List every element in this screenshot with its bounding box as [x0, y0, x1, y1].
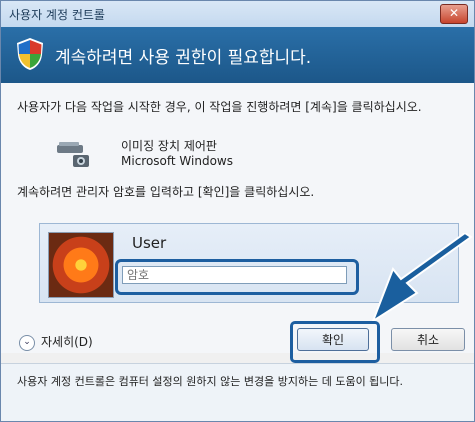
shield-icon [17, 38, 43, 70]
footer-text: 사용자 계정 컨트롤은 컴퓨터 설정의 원하지 않는 변경을 방지하는 데 도움… [17, 375, 404, 388]
prompt-text: 계속하려면 관리자 암호를 입력하고 [확인]을 클릭하십시오. [17, 185, 315, 199]
username-label: User [132, 234, 167, 252]
close-button[interactable]: ✕ [440, 4, 468, 24]
banner-message: 계속하려면 사용 권한이 필요합니다. [55, 48, 312, 68]
window-title: 사용자 계정 컨트롤 [9, 8, 105, 22]
user-avatar [48, 232, 114, 298]
uac-dialog: 사용자 계정 컨트롤 ✕ 계속하려면 사용 권한이 필요합니다. 사용자가 다음… [0, 0, 475, 422]
cancel-button[interactable]: 취소 [391, 328, 465, 351]
pointer-arrow-icon [370, 233, 473, 324]
password-input[interactable] [122, 266, 347, 284]
header-banner: 계속하려면 사용 권한이 필요합니다. [1, 27, 474, 83]
details-toggle[interactable]: ⌄ 자세히(D) [19, 333, 93, 351]
ok-button[interactable]: 확인 [297, 328, 369, 351]
description-text: 사용자가 다음 작업을 시작한 경우, 이 작업을 진행하려면 [계속]을 클릭… [17, 100, 422, 114]
app-publisher: Microsoft Windows [121, 154, 233, 168]
scanner-camera-icon [57, 142, 89, 167]
titlebar: 사용자 계정 컨트롤 ✕ [1, 1, 474, 27]
chevron-down-icon: ⌄ [19, 334, 35, 351]
footer: 사용자 계정 컨트롤은 컴퓨터 설정의 원하지 않는 변경을 방지하는 데 도움… [1, 364, 474, 421]
details-label: 자세히(D) [41, 335, 93, 349]
app-name: 이미징 장치 제어판 [121, 139, 217, 153]
